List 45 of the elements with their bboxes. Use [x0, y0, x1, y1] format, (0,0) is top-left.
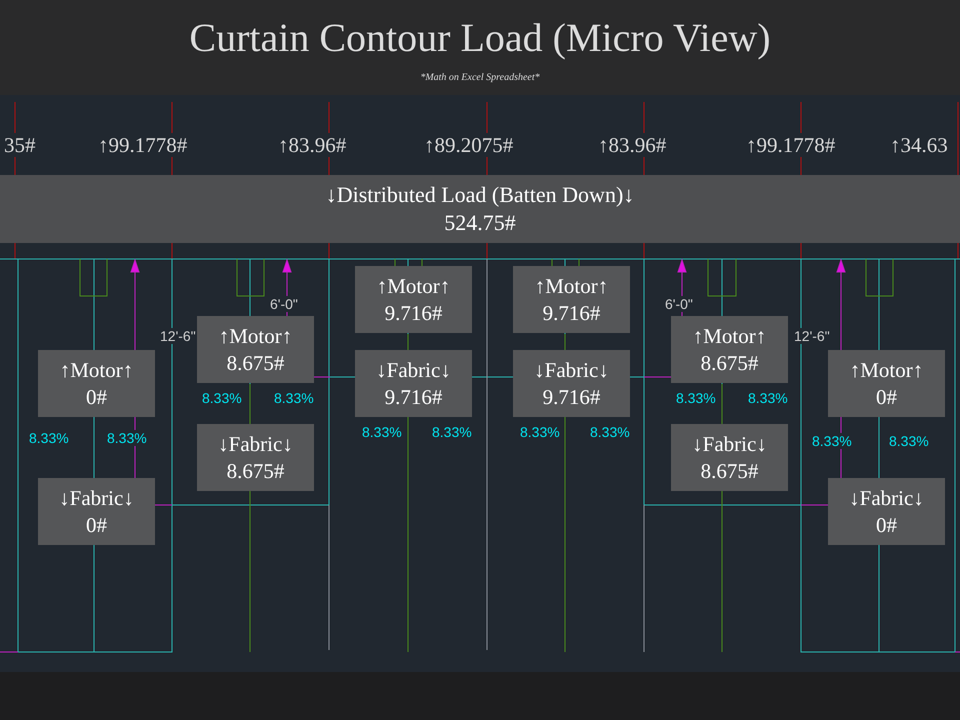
box-value: 9.716# [542, 384, 600, 410]
dimension-label: 12'-6" [158, 328, 198, 344]
box-label: ↑Motor↑ [376, 272, 450, 300]
slide-title: Curtain Contour Load (Micro View) [189, 14, 771, 62]
percentage-label: 8.33% [430, 424, 474, 440]
box-value: 8.675# [226, 350, 284, 376]
box-value: 0# [876, 512, 897, 538]
box-value: 8.675# [700, 458, 758, 484]
box-value: 0# [876, 384, 897, 410]
percentage-label: 8.33% [887, 433, 931, 449]
box-value: 9.716# [384, 384, 442, 410]
percentage-label: 8.33% [272, 390, 316, 406]
box-label: ↓Fabric↓ [534, 356, 609, 384]
box-label: ↓Fabric↓ [59, 484, 134, 512]
box-label: ↓Fabric↓ [376, 356, 451, 384]
box-value: 9.716# [384, 300, 442, 326]
percentage-label: 8.33% [360, 424, 404, 440]
percentage-label: 8.33% [810, 433, 854, 449]
box-label: ↓Fabric↓ [692, 430, 767, 458]
box-label: ↑Motor↑ [850, 356, 924, 384]
percentage-label: 8.33% [27, 430, 71, 446]
percentage-label: 8.33% [674, 390, 718, 406]
box-label: ↓Fabric↓ [849, 484, 924, 512]
box-value: 0# [86, 512, 107, 538]
load-value: 35# [2, 133, 38, 157]
dimension-label: 12'-6" [792, 328, 832, 344]
percentage-label: 8.33% [518, 424, 562, 440]
banner-value: 524.75# [444, 209, 516, 237]
dimension-label: 6'-0" [268, 296, 300, 312]
box-label: ↑Motor↑ [60, 356, 134, 384]
box-value: 0# [86, 384, 107, 410]
box-label: ↓Fabric↓ [218, 430, 293, 458]
percentage-label: 8.33% [200, 390, 244, 406]
slide-subtitle: *Math on Excel Spreadsheet* [420, 71, 540, 85]
box-label: ↑Motor↑ [534, 272, 608, 300]
box-value: 8.675# [226, 458, 284, 484]
percentage-label: 8.33% [105, 430, 149, 446]
box-label: ↑Motor↑ [692, 322, 766, 350]
dimension-label: 6'-0" [663, 296, 695, 312]
box-label: ↑Motor↑ [218, 322, 292, 350]
percentage-label: 8.33% [588, 424, 632, 440]
percentage-label: 8.33% [746, 390, 790, 406]
box-value: 8.675# [700, 350, 758, 376]
banner-label: ↓Distributed Load (Batten Down)↓ [326, 181, 634, 209]
box-value: 9.716# [542, 300, 600, 326]
